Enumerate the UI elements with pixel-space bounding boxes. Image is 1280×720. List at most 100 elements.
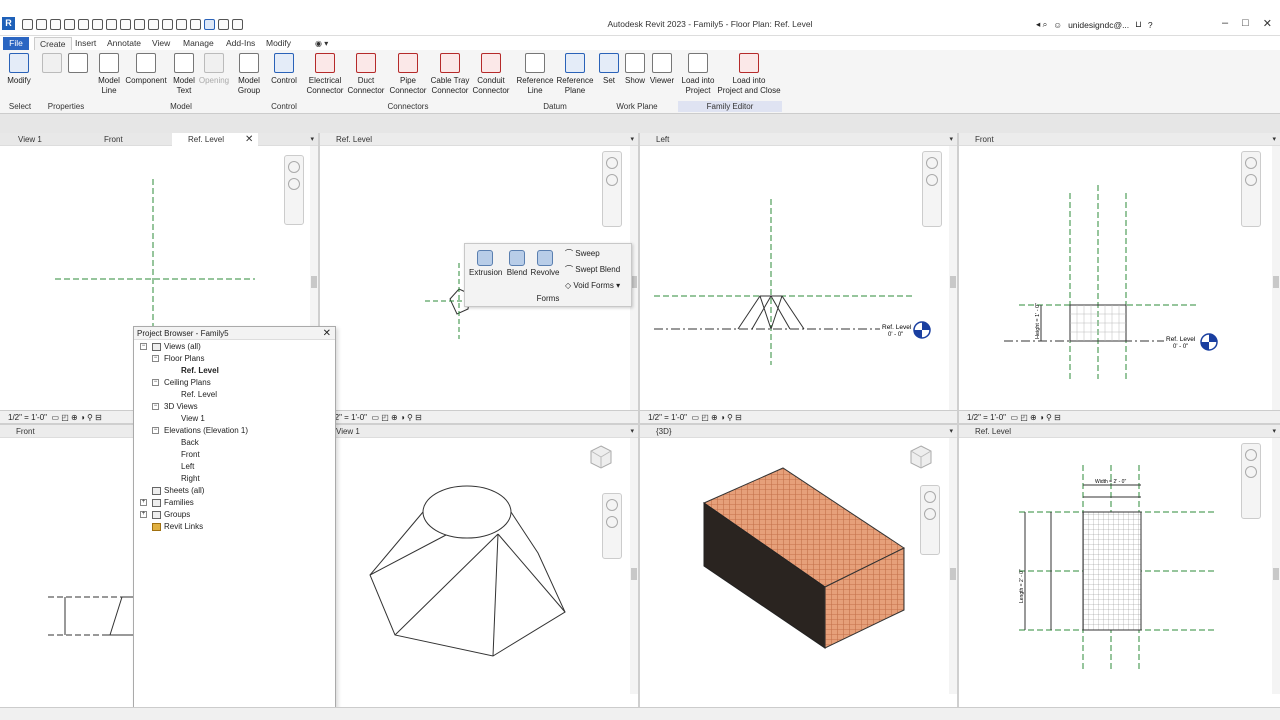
family-category-button[interactable]: [66, 53, 90, 76]
duct-connector-icon: [356, 53, 376, 73]
model-line-icon: [99, 53, 119, 73]
opening-button[interactable]: Opening: [198, 53, 230, 86]
duct-connector-button[interactable]: Duct Connector: [346, 53, 386, 95]
viewcube-icon[interactable]: [910, 445, 932, 469]
opening-icon: [204, 53, 224, 73]
tree-item-ceiling-plans[interactable]: − Ceiling Plans: [152, 377, 211, 389]
reference-plane-button[interactable]: Reference Plane: [555, 53, 595, 95]
help-icon[interactable]: ?: [1148, 20, 1153, 30]
revolve-button[interactable]: Revolve: [529, 250, 561, 277]
tree-item-floor-plans[interactable]: − Floor Plans: [152, 353, 204, 365]
tab-manage[interactable]: Manage: [178, 37, 219, 50]
viewport-view1[interactable]: View 1 ▾: [320, 425, 638, 707]
tree-item-families[interactable]: + Families: [140, 497, 194, 509]
tree-item-3d-views[interactable]: −3D Views: [152, 401, 198, 413]
model-line-button[interactable]: Model Line: [96, 53, 122, 95]
swept-blend-button[interactable]: ⌒ Swept Blend: [565, 264, 620, 276]
tab-insert[interactable]: Insert: [70, 37, 101, 50]
reference-line-button[interactable]: Reference Line: [515, 53, 555, 95]
show-button[interactable]: Show: [623, 53, 647, 86]
navigation-bar[interactable]: [284, 155, 304, 225]
forms-panel-title: Forms: [536, 294, 560, 303]
tree-item-view1[interactable]: View 1: [181, 413, 205, 425]
sweep-button[interactable]: ⌒ Sweep: [565, 248, 600, 260]
tree-item-ref-level-active[interactable]: Ref. Level: [181, 365, 219, 377]
maximize-icon[interactable]: □: [1242, 17, 1249, 30]
tab-annotate[interactable]: Annotate: [102, 37, 146, 50]
close-icon[interactable]: ✕: [323, 327, 331, 340]
tree-item-groups[interactable]: + Groups: [140, 509, 190, 521]
viewport-3d[interactable]: {3D} ▾: [640, 425, 957, 707]
navigation-bar[interactable]: [602, 493, 622, 559]
load-into-project-and-close-button[interactable]: Load into Project and Close: [716, 53, 782, 95]
close-icon[interactable]: ✕: [1263, 17, 1272, 30]
panel-control: Control: [271, 102, 297, 111]
revolve-icon: [537, 250, 553, 266]
svg-text:Height = 1' - 0": Height = 1' - 0": [1035, 303, 1041, 339]
panel-select[interactable]: Select: [2, 101, 38, 112]
model-group-icon: [239, 53, 259, 73]
views-icon: [152, 342, 161, 351]
ribbon-options-icon[interactable]: ◉ ▾: [310, 37, 333, 50]
project-browser-header[interactable]: Project Browser - Family5 ✕: [134, 327, 335, 340]
tab-create[interactable]: Create: [34, 37, 72, 50]
model-text-button[interactable]: Model Text: [171, 53, 197, 95]
vertical-scrollbar[interactable]: [949, 146, 957, 410]
families-icon: [152, 498, 161, 507]
vertical-scrollbar[interactable]: [1272, 146, 1280, 410]
vertical-scrollbar[interactable]: [1272, 438, 1280, 694]
navigation-bar[interactable]: [922, 151, 942, 227]
tab-file[interactable]: File: [3, 37, 29, 50]
tree-item-back[interactable]: Back: [181, 437, 199, 449]
navigation-bar[interactable]: [1241, 443, 1261, 519]
load-into-project-button[interactable]: Load into Project: [678, 53, 718, 95]
cart-icon[interactable]: ⊔: [1135, 19, 1142, 30]
user-icon[interactable]: ☺: [1053, 20, 1062, 30]
scale-label[interactable]: 1/2" = 1'-0": [648, 413, 687, 422]
viewer-button[interactable]: Viewer: [648, 53, 676, 86]
viewport-ref-level-bottom[interactable]: Ref. Level ▾ Width = 2' - 0" Length = 2' …: [959, 425, 1280, 707]
tree-item-revit-links[interactable]: Revit Links: [140, 521, 203, 533]
viewport-left[interactable]: Left ▾ Ref. Level 0' - 0" 1/2" = 1'-0" ▭ …: [640, 133, 957, 423]
modify-button[interactable]: Modify: [4, 53, 34, 86]
load-into-project-icon: [688, 53, 708, 73]
viewcube-icon[interactable]: [590, 445, 612, 469]
pipe-connector-button[interactable]: Pipe Connector: [388, 53, 428, 95]
navigation-bar[interactable]: [920, 485, 940, 555]
tree-item-ceiling-ref-level[interactable]: Ref. Level: [181, 389, 217, 401]
minimize-icon[interactable]: –: [1222, 17, 1228, 30]
tree-item-sheets[interactable]: Sheets (all): [140, 485, 204, 497]
level-tag-elev: 0' - 0": [888, 332, 903, 338]
electrical-connector-button[interactable]: Electrical Connector: [304, 53, 346, 95]
scale-label[interactable]: 1/2" = 1'-0": [967, 413, 1006, 422]
binoculars-icon[interactable]: ◂ ⌕: [1036, 19, 1047, 30]
navigation-bar[interactable]: [602, 151, 622, 227]
drawing-canvas: Width = 2' - 0" Length = 2' - 0": [1019, 465, 1214, 670]
set-button[interactable]: Set: [598, 53, 620, 86]
extrusion-button[interactable]: Extrusion: [469, 250, 502, 277]
tab-modify[interactable]: Modify: [261, 37, 296, 50]
user-name[interactable]: unidesigndc@...: [1068, 20, 1129, 30]
scale-label[interactable]: 1/2" = 1'-0": [8, 413, 47, 422]
family-types-button[interactable]: [40, 53, 64, 76]
tree-item-left[interactable]: Left: [181, 461, 194, 473]
cable-tray-connector-button[interactable]: Cable Tray Connector: [428, 53, 472, 95]
tree-item-views[interactable]: − Views (all): [140, 341, 201, 353]
tree-item-elevations[interactable]: − Elevations (Elevation 1): [152, 425, 248, 437]
void-forms-button[interactable]: ◇ Void Forms ▾: [565, 280, 620, 292]
viewport-front[interactable]: Front ▾ Height = 1' - 0" Ref. Level 0' - …: [959, 133, 1280, 423]
forms-panel: Extrusion Blend Revolve ⌒ Sweep ⌒ Swept …: [464, 243, 632, 307]
navigation-bar[interactable]: [1241, 151, 1261, 227]
component-button[interactable]: Component: [123, 53, 169, 86]
model-group-button[interactable]: Model Group: [235, 53, 263, 95]
panel-family-editor: Family Editor: [678, 101, 782, 112]
tab-add-ins[interactable]: Add-Ins: [221, 37, 260, 50]
status-bar: [0, 707, 1280, 720]
tree-item-front[interactable]: Front: [181, 449, 200, 461]
vertical-scrollbar[interactable]: [630, 438, 638, 694]
control-button[interactable]: Control: [268, 53, 300, 86]
tree-item-right[interactable]: Right: [181, 473, 200, 485]
conduit-connector-button[interactable]: Conduit Connector: [470, 53, 512, 95]
tab-view[interactable]: View: [147, 37, 175, 50]
vertical-scrollbar[interactable]: [949, 438, 957, 694]
